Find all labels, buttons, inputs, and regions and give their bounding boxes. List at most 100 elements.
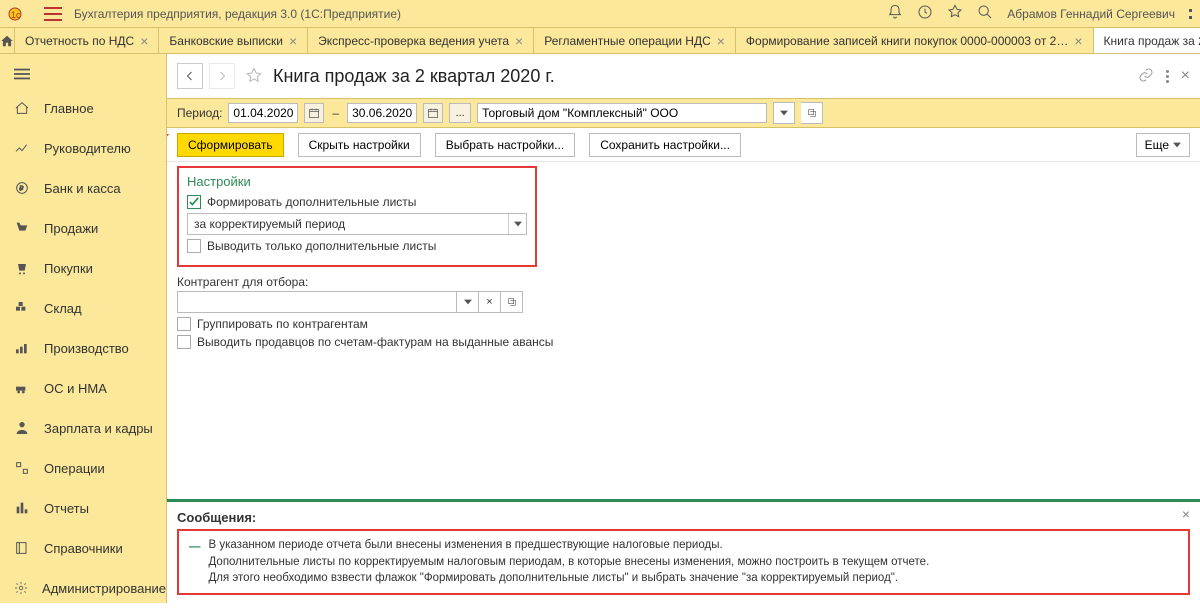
tab-label: Книга продаж за 2 квартал 2020 г.: [1104, 34, 1200, 48]
page-title: Книга продаж за 2 квартал 2020 г.: [273, 66, 555, 87]
kontragent-label: Контрагент для отбора:: [177, 275, 1190, 289]
kontragent-input[interactable]: [177, 291, 457, 313]
user-name[interactable]: Абрамов Геннадий Сергеевич: [1007, 7, 1175, 21]
sidebar-item-label: Зарплата и кадры: [44, 421, 153, 436]
settings-box: Настройки Формировать дополнительные лис…: [177, 166, 537, 267]
sidebar-item-manager[interactable]: Руководителю: [0, 128, 166, 168]
close-icon[interactable]: ×: [140, 34, 148, 48]
organization-select[interactable]: [477, 103, 767, 123]
sidebar-item-warehouse[interactable]: Склад: [0, 288, 166, 328]
tab-label: Банковские выписки: [169, 34, 283, 48]
sidebar-item-bank[interactable]: ₽ Банк и касса: [0, 168, 166, 208]
dropdown-icon[interactable]: [457, 291, 479, 313]
sidebar-menu-icon[interactable]: [0, 60, 166, 88]
sidebar-item-catalogs[interactable]: Справочники: [0, 528, 166, 568]
sidebar: Главное Руководителю ₽ Банк и касса Прода…: [0, 54, 167, 603]
hide-settings-button[interactable]: Скрыть настройки: [298, 133, 421, 157]
more-button[interactable]: Еще: [1136, 133, 1190, 157]
sidebar-item-purchases[interactable]: Покупки: [0, 248, 166, 288]
message-line: Для этого необходимо взвести флажок "Фор…: [209, 570, 930, 587]
history-icon[interactable]: [917, 4, 933, 23]
tab-vat-regops[interactable]: Регламентные операции НДС×: [534, 28, 736, 53]
checkbox-group-kontr[interactable]: [177, 317, 191, 331]
sidebar-item-payroll[interactable]: Зарплата и кадры: [0, 408, 166, 448]
sidebar-item-assets[interactable]: ОС и НМА: [0, 368, 166, 408]
tab-express-check[interactable]: Экспресс-проверка ведения учета ×: [308, 28, 534, 53]
more-label: Еще: [1145, 138, 1169, 152]
favorite-icon[interactable]: [245, 67, 263, 85]
date-to-input[interactable]: [347, 103, 417, 123]
save-settings-button[interactable]: Сохранить настройки...: [589, 133, 741, 157]
checkbox-sellers-advance[interactable]: [177, 335, 191, 349]
tab-purchase-book[interactable]: Формирование записей книги покупок 0000-…: [736, 28, 1094, 53]
page-header: Книга продаж за 2 квартал 2020 г. ×: [167, 54, 1200, 98]
message-line: Дополнительные листы по корректируемым н…: [209, 554, 930, 571]
checkbox-extra-sheets[interactable]: [187, 195, 201, 209]
choose-settings-button[interactable]: Выбрать настройки...: [435, 133, 575, 157]
tab-vat-reporting[interactable]: Отчетность по НДС ×: [15, 28, 159, 53]
sidebar-item-label: Отчеты: [44, 501, 89, 516]
bell-icon[interactable]: [887, 4, 903, 23]
calendar-icon[interactable]: [423, 103, 443, 123]
sidebar-item-label: Производство: [44, 341, 129, 356]
user-menu-icon[interactable]: [1189, 9, 1192, 19]
sidebar-item-label: Главное: [44, 101, 94, 116]
close-page-icon[interactable]: ×: [1181, 67, 1190, 85]
checkbox-label: Выводить только дополнительные листы: [207, 239, 436, 253]
title-bar: 1c Бухгалтерия предприятия, редакция 3.0…: [0, 0, 1200, 28]
sidebar-item-label: Операции: [44, 461, 105, 476]
tab-bank-statements[interactable]: Банковские выписки ×: [159, 28, 308, 53]
search-icon[interactable]: [977, 4, 993, 23]
link-icon[interactable]: [1138, 67, 1154, 86]
hamburger-icon[interactable]: [44, 7, 62, 21]
sidebar-item-label: Банк и касса: [44, 181, 121, 196]
sidebar-item-label: Покупки: [44, 261, 93, 276]
star-icon[interactable]: [947, 4, 963, 23]
chevron-down-icon[interactable]: [508, 214, 526, 234]
calendar-icon[interactable]: [304, 103, 324, 123]
tabs-bar: Отчетность по НДС × Банковские выписки × Э…: [0, 28, 1200, 54]
generate-button[interactable]: Сформировать: [177, 133, 284, 157]
sidebar-item-label: Продажи: [44, 221, 98, 236]
dropdown-icon[interactable]: [773, 102, 795, 124]
tab-label: Отчетность по НДС: [25, 34, 134, 48]
sidebar-item-operations[interactable]: Операции: [0, 448, 166, 488]
sidebar-item-label: Справочники: [44, 541, 123, 556]
checkbox-label: Выводить продавцов по счетам-фактурам на…: [197, 335, 553, 349]
home-tab[interactable]: [0, 28, 15, 53]
open-icon[interactable]: [501, 291, 523, 313]
sidebar-item-main[interactable]: Главное: [0, 88, 166, 128]
sidebar-item-label: Администрирование: [42, 581, 166, 596]
sidebar-item-admin[interactable]: Администрирование: [0, 568, 166, 608]
close-icon[interactable]: ×: [717, 34, 725, 48]
back-button[interactable]: [177, 63, 203, 89]
clear-icon[interactable]: ×: [479, 291, 501, 313]
sidebar-item-sales[interactable]: Продажи: [0, 208, 166, 248]
close-messages-icon[interactable]: ×: [1182, 506, 1190, 522]
app-title: Бухгалтерия предприятия, редакция 3.0 (1…: [74, 7, 401, 21]
close-icon[interactable]: ×: [289, 34, 297, 48]
open-org-icon[interactable]: [801, 102, 823, 124]
settings-area: Настройки Формировать дополнительные лис…: [167, 162, 1200, 357]
messages-title: Сообщения:: [177, 510, 1190, 525]
close-icon[interactable]: ×: [1074, 34, 1082, 48]
date-from-input[interactable]: [228, 103, 298, 123]
dash-icon: —: [189, 539, 201, 587]
svg-text:₽: ₽: [19, 185, 24, 193]
period-mode-combo[interactable]: за корректируемый период: [187, 213, 527, 235]
checkbox-label: Формировать дополнительные листы: [207, 195, 416, 209]
checkbox-only-extra[interactable]: [187, 239, 201, 253]
checkbox-label: Группировать по контрагентам: [197, 317, 368, 331]
close-icon[interactable]: ×: [515, 34, 523, 48]
forward-button[interactable]: [209, 63, 235, 89]
more-vertical-icon[interactable]: [1166, 70, 1169, 83]
period-picker-button[interactable]: ...: [449, 103, 471, 123]
tab-label: Экспресс-проверка ведения учета: [318, 34, 509, 48]
sidebar-item-reports[interactable]: Отчеты: [0, 488, 166, 528]
settings-title: Настройки: [187, 174, 527, 189]
sidebar-item-production[interactable]: Производство: [0, 328, 166, 368]
sidebar-item-label: Склад: [44, 301, 82, 316]
tab-sales-book[interactable]: Книга продаж за 2 квартал 2020 г.×: [1094, 28, 1200, 53]
sidebar-item-label: ОС и НМА: [44, 381, 107, 396]
toolbar: Сформировать Скрыть настройки Выбрать на…: [167, 128, 1200, 162]
